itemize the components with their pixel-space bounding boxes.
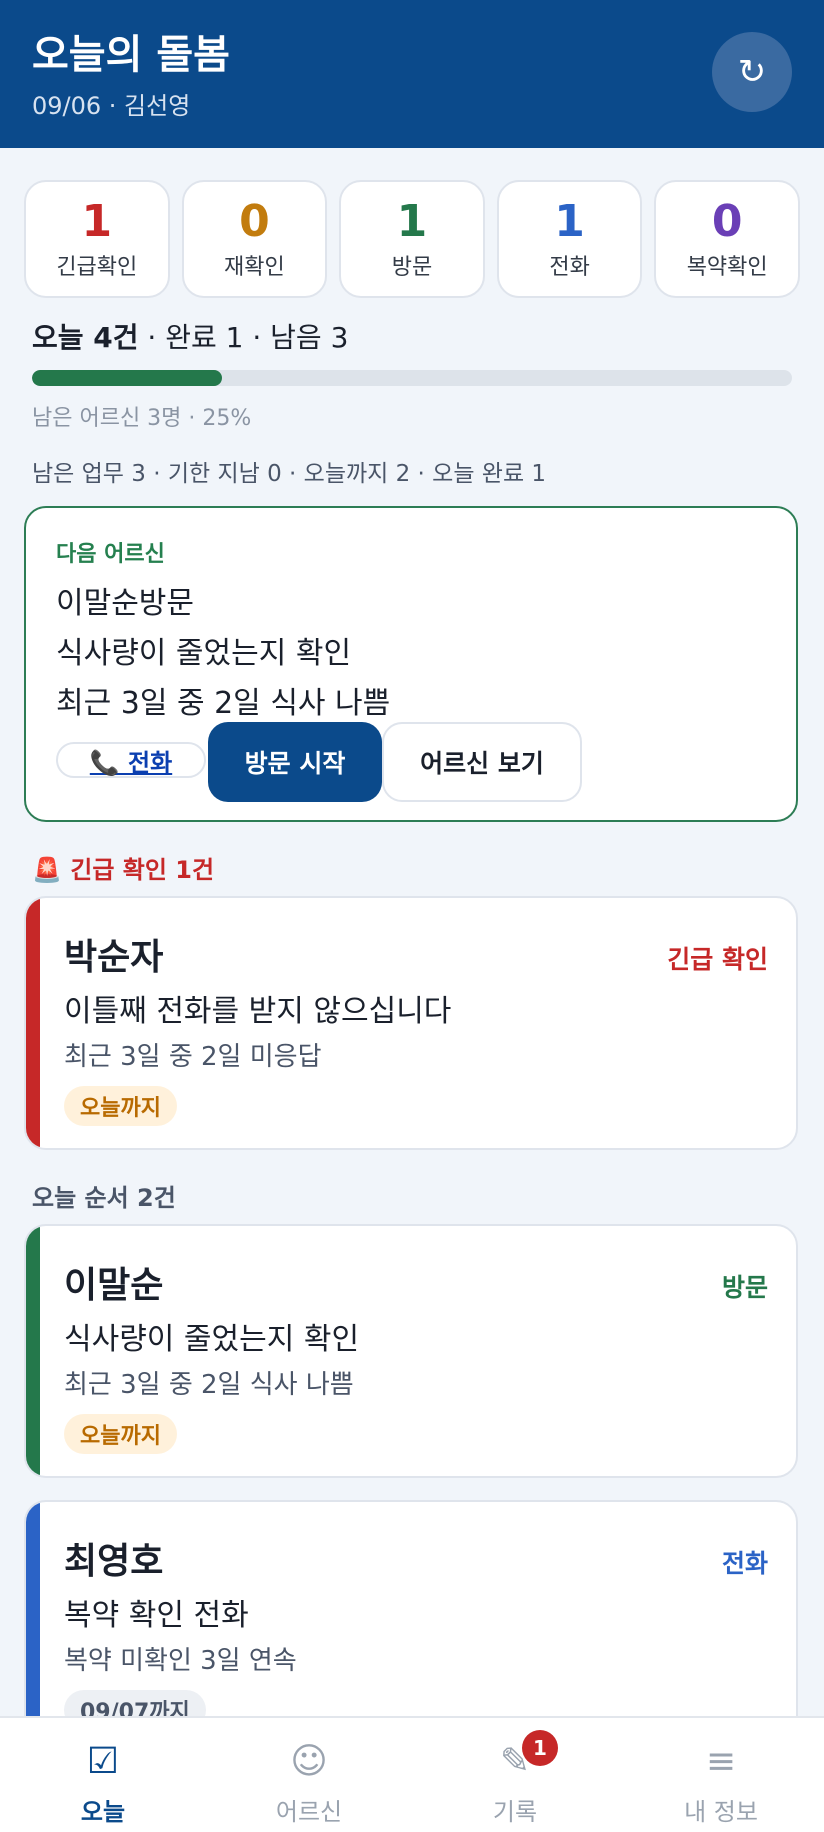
stat-label: 재확인 [224, 255, 285, 280]
next-kicker: 다음 어르신 [56, 542, 165, 567]
nav-my-info[interactable]: ≡ 내 정보 [618, 1718, 824, 1832]
task-description: 식사량이 줄었는지 확인 [64, 1322, 360, 1357]
task-meta: 최근 3일 중 2일 식사 나쁨 [64, 1370, 354, 1400]
task-type: 방문 [721, 1273, 768, 1302]
stat-recheck[interactable]: 0 재확인 [181, 180, 328, 298]
page-title: 오늘의 돌봄 [32, 32, 230, 78]
stat-label: 전화 [549, 255, 590, 280]
stat-value: 1 [396, 196, 428, 247]
stat-cards: 1 긴급확인 0 재확인 1 방문 1 전화 0 복약확인 [24, 180, 800, 298]
next-elder-card: 다음 어르신 이말순방문 식사량이 줄었는지 확인 최근 3일 중 2일 식사 … [24, 506, 798, 822]
task-description: 복약 확인 전화 [64, 1598, 249, 1633]
next-task: 식사량이 줄었는지 확인 [56, 636, 352, 671]
nav-label: 오늘 [80, 1798, 126, 1826]
urgent-section-title: 🚨 긴급 확인 1건 [32, 856, 215, 884]
today-count: 오늘 4건 [32, 321, 139, 354]
stat-value: 0 [711, 196, 743, 247]
progress-summary: 오늘 4건 · 완료 1 · 남음 3 [32, 316, 348, 356]
nav-today[interactable]: ☑ 오늘 [0, 1718, 206, 1832]
nav-label: 어르신 [275, 1798, 343, 1826]
next-reason: 최근 3일 중 2일 식사 나쁨 [56, 686, 391, 721]
card-stripe [26, 1502, 40, 1752]
nav-records[interactable]: ✎ 1 기록 [412, 1718, 618, 1832]
tasks-summary: 남은 업무 3 · 기한 지남 0 · 오늘까지 2 · 오늘 완료 1 [32, 461, 547, 487]
app-header: 오늘의 돌봄 09/06 · 김선영 ↻ [0, 0, 824, 148]
notification-badge: 1 [521, 1730, 558, 1766]
stat-medication[interactable]: 0 복약확인 [654, 180, 800, 298]
stat-label: 긴급확인 [56, 255, 138, 280]
checkbox-icon: ☑ [86, 1741, 120, 1782]
nav-elders[interactable]: ☺ 어르신 [206, 1718, 412, 1832]
task-type: 긴급 확인 [667, 945, 768, 974]
pencil-icon: ✎ 1 [500, 1730, 558, 1784]
call-link[interactable]: 📞 전화 [56, 742, 206, 778]
elder-name: 최영호 [64, 1541, 164, 1582]
menu-icon: ≡ [705, 1741, 737, 1782]
elder-name: 이말순 [64, 1265, 164, 1306]
due-badge: 오늘까지 [64, 1086, 177, 1126]
task-meta: 최근 3일 중 2일 미응답 [64, 1042, 322, 1072]
smiley-icon: ☺ [290, 1741, 328, 1782]
task-card-visit[interactable]: 이말순 방문 식사량이 줄었는지 확인 최근 3일 중 2일 식사 나쁨 오늘까… [24, 1224, 798, 1478]
progress-rest: · 완료 1 · 남음 3 [138, 321, 349, 354]
stat-value: 1 [554, 196, 585, 247]
date-user-subtitle: 09/06 · 김선영 [32, 92, 191, 120]
task-meta: 복약 미확인 3일 연속 [64, 1646, 297, 1676]
task-card-urgent[interactable]: 박순자 긴급 확인 이틀째 전화를 받지 않으십니다 최근 3일 중 2일 미응… [24, 896, 798, 1150]
due-badge: 오늘까지 [64, 1414, 177, 1454]
card-stripe [26, 1226, 40, 1476]
stat-label: 복약확인 [686, 255, 768, 280]
stat-value: 0 [239, 196, 270, 247]
stat-call[interactable]: 1 전화 [496, 180, 643, 298]
task-type: 전화 [721, 1549, 768, 1578]
refresh-icon: ↻ [737, 52, 767, 92]
progress-fill [32, 370, 222, 386]
card-stripe [26, 898, 40, 1148]
refresh-button[interactable]: ↻ [712, 32, 792, 112]
nav-label: 기록 [492, 1798, 538, 1826]
remaining-text: 남은 어르신 3명 · 25% [32, 406, 252, 431]
stat-value: 1 [81, 196, 113, 247]
view-elder-button[interactable]: 어르신 보기 [382, 722, 582, 802]
next-title: 이말순방문 [56, 586, 194, 621]
stat-urgent[interactable]: 1 긴급확인 [24, 180, 170, 298]
stat-visit[interactable]: 1 방문 [339, 180, 485, 298]
stat-label: 방문 [391, 255, 433, 280]
bottom-nav: ☑ 오늘 ☺ 어르신 ✎ 1 기록 ≡ 내 정보 [0, 1716, 824, 1832]
progress-bar [32, 370, 792, 386]
task-description: 이틀째 전화를 받지 않으십니다 [64, 994, 452, 1029]
order-section-title: 오늘 순서 2건 [32, 1184, 176, 1212]
nav-label: 내 정보 [684, 1798, 758, 1826]
start-visit-button[interactable]: 방문 시작 [208, 722, 382, 802]
elder-name: 박순자 [64, 937, 164, 978]
